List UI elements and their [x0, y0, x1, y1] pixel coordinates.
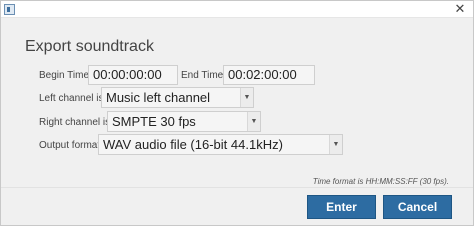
cancel-button[interactable]: Cancel: [383, 195, 452, 219]
time-format-hint: Time format is HH:MM:SS:FF (30 fps).: [312, 177, 449, 186]
chevron-down-icon: ▼: [329, 135, 342, 154]
left-channel-label: Left channel is: [39, 93, 104, 104]
chevron-down-icon: ▼: [240, 88, 253, 107]
begin-time-field[interactable]: 00:00:00:00: [88, 65, 178, 85]
dialog-title: Export soundtrack: [25, 38, 154, 55]
output-format-select[interactable]: WAV audio file (16-bit 44.1kHz) ▼: [98, 134, 343, 155]
export-dialog-window: ✕ Export soundtrack Begin Time 00:00:00:…: [0, 0, 474, 226]
end-time-label: End Time: [181, 70, 224, 81]
begin-time-label: Begin Time: [39, 70, 90, 81]
chevron-down-icon: ▼: [247, 112, 260, 131]
left-channel-select[interactable]: Music left channel ▼: [101, 87, 254, 108]
enter-button[interactable]: Enter: [307, 195, 376, 219]
end-time-field[interactable]: 00:02:00:00: [223, 65, 315, 85]
left-channel-selected: Music left channel: [106, 90, 211, 105]
right-channel-selected: SMPTE 30 fps: [112, 114, 196, 129]
app-icon: [4, 4, 15, 15]
right-channel-select[interactable]: SMPTE 30 fps ▼: [107, 111, 261, 132]
output-format-selected: WAV audio file (16-bit 44.1kHz): [103, 137, 283, 152]
close-button[interactable]: ✕: [453, 2, 467, 16]
right-channel-label: Right channel is: [39, 117, 111, 128]
title-bar: ✕: [1, 1, 473, 18]
output-format-label: Output format: [39, 140, 101, 151]
